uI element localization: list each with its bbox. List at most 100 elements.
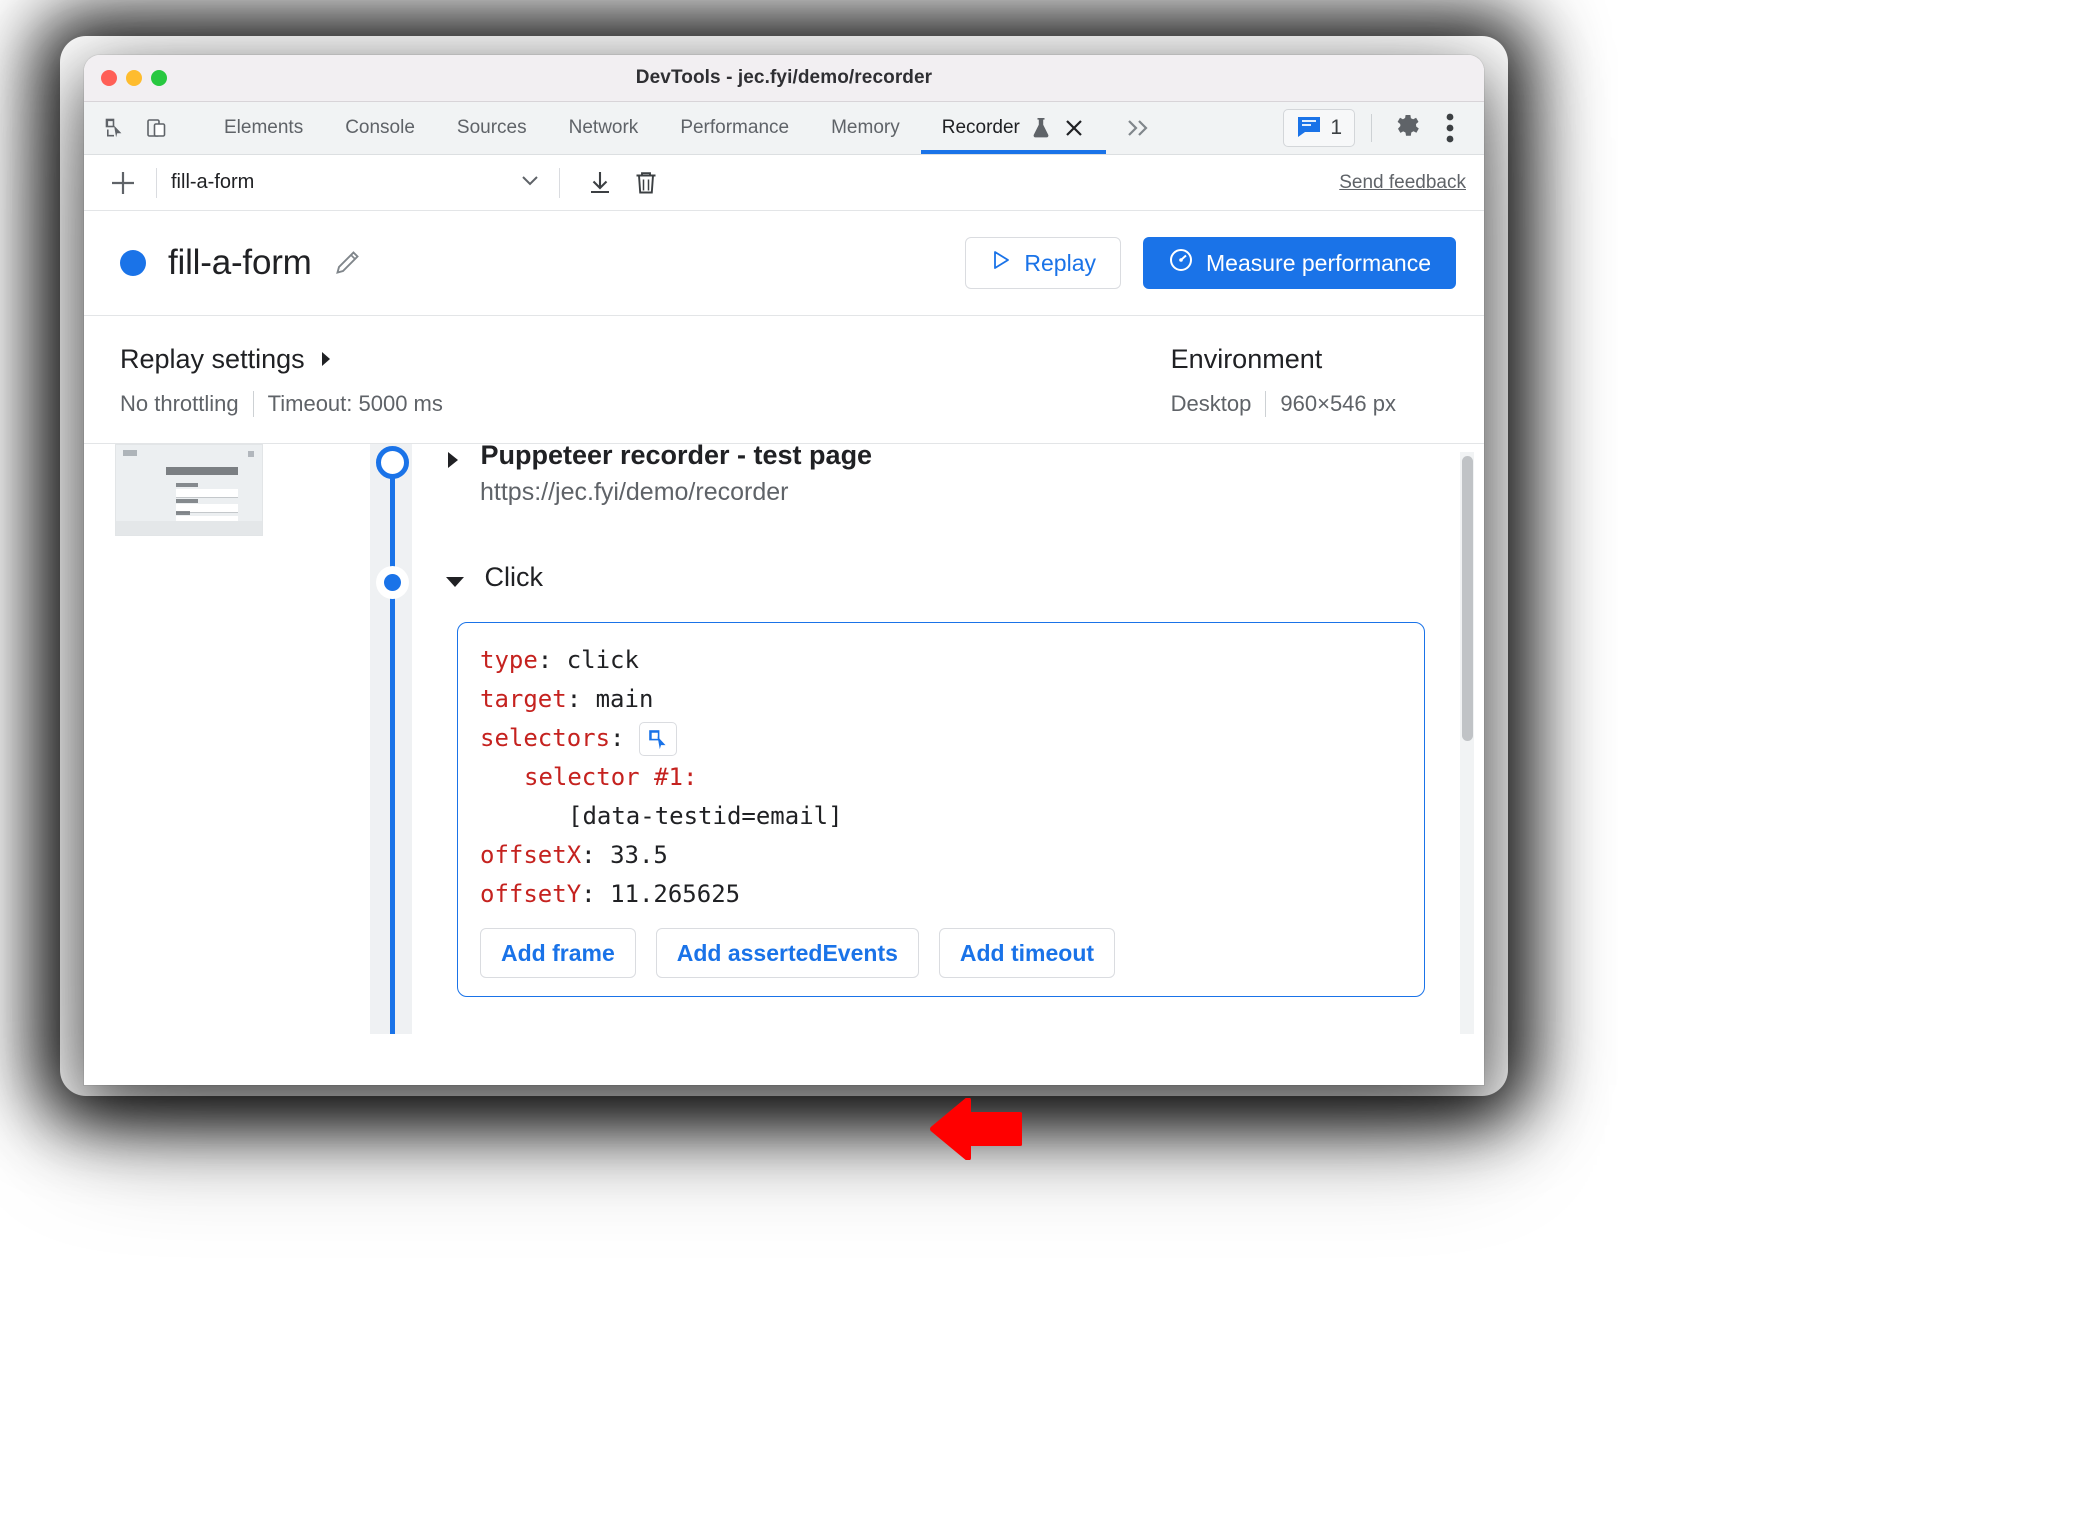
tab-performance[interactable]: Performance <box>659 102 810 154</box>
step-navigate-title: Puppeteer recorder - test page <box>480 444 873 470</box>
kebab-menu-icon[interactable] <box>1430 108 1470 148</box>
chevron-down-icon <box>517 167 543 199</box>
recording-select[interactable]: fill-a-form <box>171 167 545 199</box>
recording-title-row: fill-a-form Replay Measure performance <box>84 211 1484 316</box>
issues-count: 1 <box>1330 116 1342 139</box>
window-titlebar: DevTools - jec.fyi/demo/recorder <box>84 55 1484 102</box>
tab-recorder[interactable]: Recorder <box>920 102 1107 154</box>
annotation-arrow-icon <box>930 1097 1023 1161</box>
code-line-offsety: offsetY: 11.265625 <box>480 875 1402 914</box>
environment-col: Environment Desktop 960×546 px <box>1171 344 1448 417</box>
recording-select-value: fill-a-form <box>171 171 255 193</box>
close-icon[interactable] <box>1063 117 1085 139</box>
code-line-type: type: click <box>480 641 1402 680</box>
step-click[interactable]: Click <box>444 562 1374 593</box>
add-timeout-button[interactable]: Add timeout <box>938 928 1116 978</box>
code-line-selectors: selectors: <box>480 719 1402 758</box>
tab-console[interactable]: Console <box>324 102 436 154</box>
replay-settings-title: Replay settings <box>120 344 305 374</box>
tab-list: Elements Console Sources Network Perform… <box>203 102 1107 154</box>
tab-label: Recorder <box>941 117 1020 138</box>
gear-icon[interactable] <box>1388 108 1428 148</box>
environment-viewport: 960×546 px <box>1280 391 1396 416</box>
steps-scrollbar-thumb[interactable] <box>1462 456 1473 741</box>
measure-performance-button[interactable]: Measure performance <box>1143 237 1456 289</box>
add-frame-button[interactable]: Add frame <box>480 928 636 978</box>
step-navigate[interactable]: Puppeteer recorder - test page https://j… <box>444 444 1374 507</box>
recording-status-dot <box>120 250 146 276</box>
select-element-icon[interactable] <box>638 721 677 756</box>
issues-message-icon <box>1296 114 1322 143</box>
replay-settings-toggle[interactable]: Replay settings <box>120 344 443 375</box>
tab-label: Network <box>568 117 639 138</box>
environment-device: Desktop <box>1170 391 1252 416</box>
toolbar-divider-2 <box>559 167 560 198</box>
pencil-icon[interactable] <box>332 248 362 278</box>
replay-button-label: Replay <box>1024 249 1096 276</box>
replay-settings-col: Replay settings No throttling Timeout: 5… <box>120 344 443 417</box>
code-line-selector-1-value[interactable]: [data-testid=email] <box>480 797 1402 836</box>
page-title: fill-a-form <box>168 243 312 282</box>
screenshot-root: DevTools - jec.fyi/demo/recorder Element… <box>0 0 2092 1530</box>
tab-sources[interactable]: Sources <box>436 102 548 154</box>
code-line-target: target: main <box>480 680 1402 719</box>
caret-right-icon <box>317 344 335 375</box>
replay-button[interactable]: Replay <box>965 237 1121 289</box>
code-key: offsetX <box>480 841 582 869</box>
step-navigate-url: https://jec.fyi/demo/recorder <box>480 478 789 506</box>
more-tabs-button[interactable] <box>1106 102 1172 154</box>
inspect-element-icon[interactable] <box>98 111 132 145</box>
devtools-window: DevTools - jec.fyi/demo/recorder Element… <box>84 55 1484 1085</box>
devtools-tabbar: Elements Console Sources Network Perform… <box>84 102 1484 155</box>
tab-elements[interactable]: Elements <box>203 102 324 154</box>
toolbar-divider <box>156 167 157 198</box>
tabbar-left-icons <box>84 102 203 154</box>
timeline-line <box>390 461 395 1034</box>
code-key: selector #1 <box>524 763 683 791</box>
selector-value[interactable]: [data-testid=email] <box>568 797 843 836</box>
timeline-node-navigate <box>376 446 409 479</box>
code-value[interactable]: 33.5 <box>610 836 668 875</box>
step-navigate-header[interactable]: Puppeteer recorder - test page <box>444 444 1374 471</box>
step-click-header[interactable]: Click <box>444 562 1374 593</box>
timeout-value: Timeout: 5000 ms <box>267 391 443 416</box>
code-line-selector-1: selector #1: <box>480 758 1402 797</box>
step-detail-add-buttons: Add frame Add assertedEvents Add timeout <box>480 928 1402 978</box>
summary-divider <box>252 391 254 417</box>
issues-button[interactable]: 1 <box>1283 109 1355 147</box>
flask-icon <box>1030 116 1052 140</box>
throttling-value: No throttling <box>120 391 239 416</box>
add-assertedevents-button[interactable]: Add assertedEvents <box>655 928 919 978</box>
send-feedback-link[interactable]: Send feedback <box>1339 172 1466 194</box>
play-triangle-icon <box>990 249 1012 277</box>
device-toolbar-icon[interactable] <box>140 111 174 145</box>
step-click-title: Click <box>484 562 543 592</box>
settings-row: Replay settings No throttling Timeout: 5… <box>84 316 1484 444</box>
performance-gauge-icon <box>1168 247 1194 279</box>
tab-label: Elements <box>224 117 304 138</box>
trash-icon[interactable] <box>626 163 666 203</box>
environment-divider <box>1265 391 1267 417</box>
code-key: target <box>480 685 567 713</box>
environment-title: Environment <box>1171 344 1396 375</box>
code-value[interactable]: 11.265625 <box>610 875 740 914</box>
tabbar-right-controls: 1 <box>1283 102 1484 154</box>
steps-scrollbar[interactable] <box>1460 452 1474 1034</box>
tab-label: Sources <box>456 117 527 138</box>
tab-memory[interactable]: Memory <box>810 102 921 154</box>
plus-icon[interactable] <box>104 164 142 202</box>
environment-title-label: Environment <box>1170 344 1323 374</box>
title-actions: Replay Measure performance <box>965 237 1456 289</box>
tab-network[interactable]: Network <box>548 102 660 154</box>
tabbar-right-divider <box>1371 114 1372 142</box>
code-value[interactable]: main <box>596 680 654 719</box>
code-key: offsetY <box>480 880 582 908</box>
timeline-node-click <box>376 566 409 599</box>
caret-right-icon[interactable] <box>444 450 462 470</box>
code-value[interactable]: click <box>567 641 639 680</box>
code-line-offsetx: offsetX: 33.5 <box>480 836 1402 875</box>
download-icon[interactable] <box>580 163 620 203</box>
tab-label: Console <box>345 117 415 138</box>
window-title: DevTools - jec.fyi/demo/recorder <box>635 67 933 88</box>
caret-down-icon[interactable] <box>444 573 466 591</box>
